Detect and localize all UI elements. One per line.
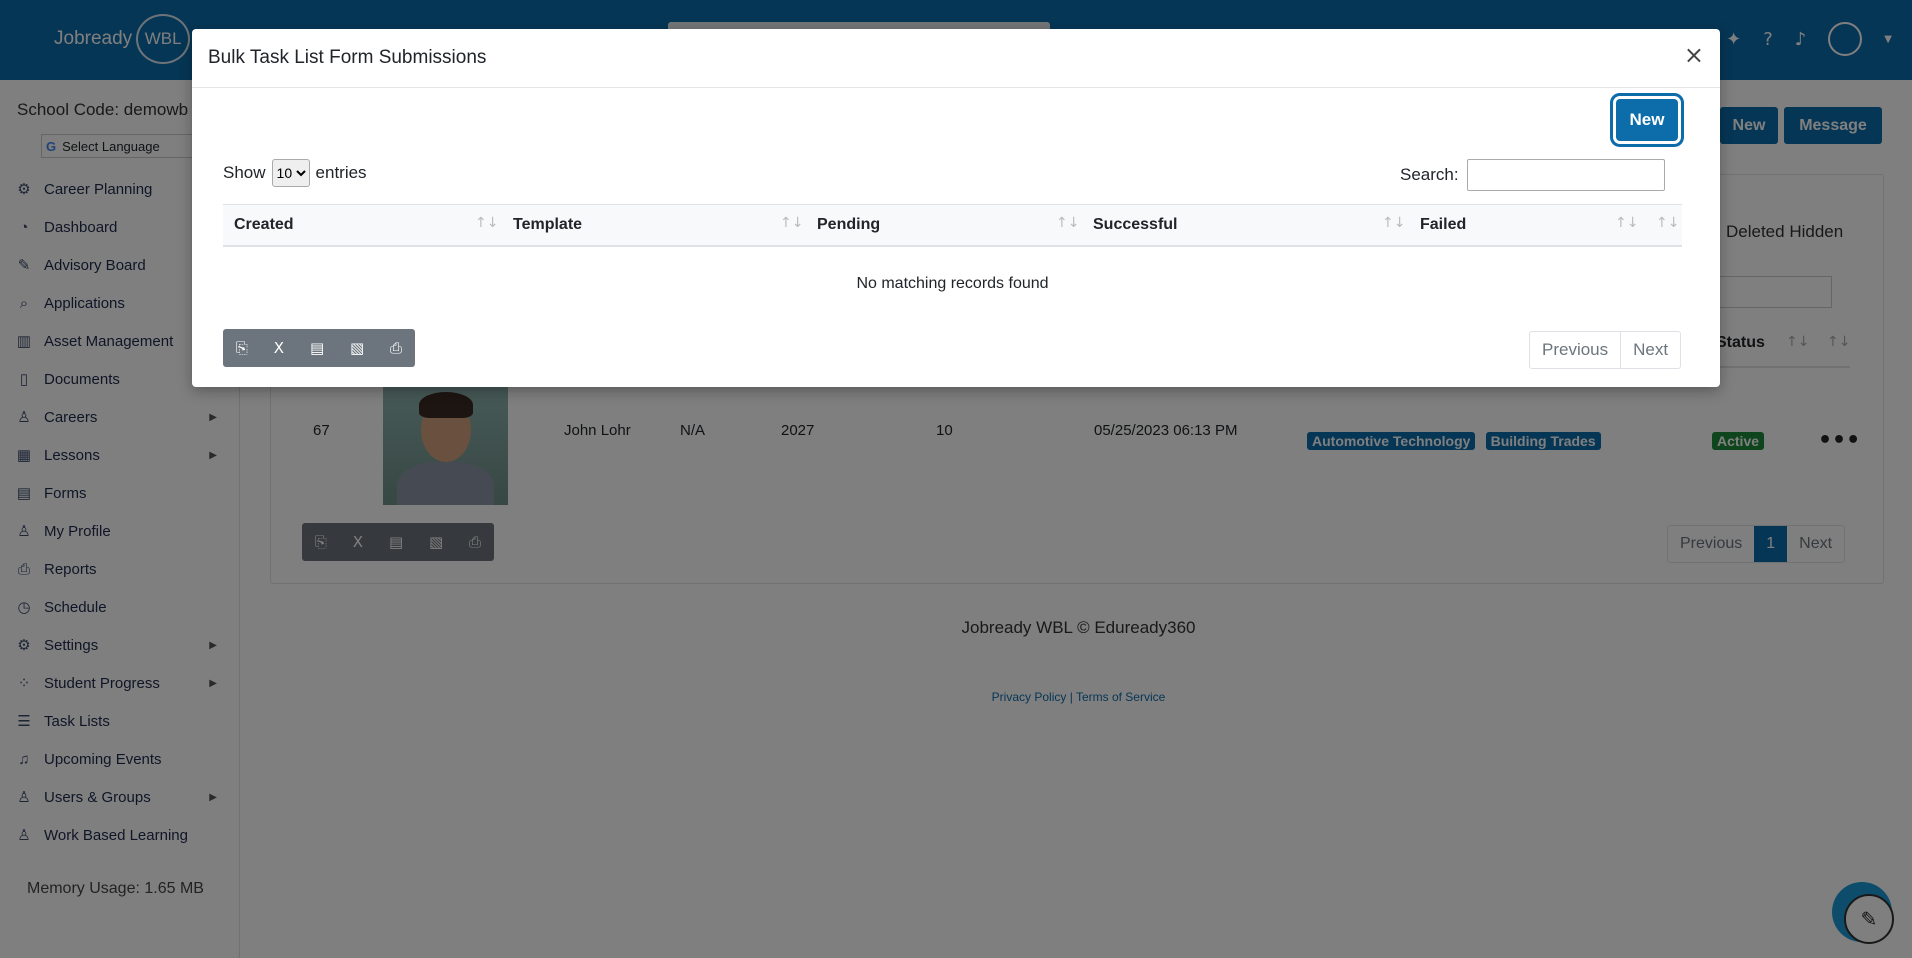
page-size-control: Show 10 entries [223,159,367,187]
sort-icon[interactable]: ↑↓ [1615,215,1638,231]
csv-icon[interactable]: ▤ [310,339,324,357]
column-created[interactable]: Created [234,205,294,245]
modal-table-header: Created ↑↓ Template ↑↓ Pending ↑↓ Succes… [223,204,1682,247]
modal-pager-previous[interactable]: Previous [1530,332,1620,368]
modal-search-input[interactable] [1466,159,1665,191]
column-template[interactable]: Template [513,205,582,245]
column-failed[interactable]: Failed [1420,205,1466,245]
pdf-icon[interactable]: ▧ [350,339,364,357]
show-label: Show [223,163,266,182]
bulk-task-list-modal: Bulk Task List Form Submissions × New Sh… [192,29,1720,387]
sort-icon[interactable]: ↑↓ [1656,215,1679,231]
modal-pagination: Previous Next [1529,331,1682,369]
sort-icon[interactable]: ↑↓ [475,215,498,231]
sort-icon[interactable]: ↑↓ [1382,215,1405,231]
modal-search: Search: [1400,159,1665,191]
modal-divider [192,87,1720,88]
modal-new-button[interactable]: New [1616,99,1678,141]
empty-table-message: No matching records found [856,275,1049,292]
search-label: Search: [1400,165,1459,184]
copy-icon[interactable]: ⎘ [236,339,248,357]
page-size-select[interactable]: 10 [271,159,310,187]
entries-label: entries [315,163,367,182]
modal-pager-next[interactable]: Next [1620,332,1680,368]
column-successful[interactable]: Successful [1093,205,1177,245]
print-icon[interactable]: ⎙ [390,339,402,357]
modal-title: Bulk Task List Form Submissions [208,47,487,68]
sort-icon[interactable]: ↑↓ [1056,215,1079,231]
close-icon[interactable]: × [1684,41,1704,69]
column-pending[interactable]: Pending [817,205,880,245]
excel-icon[interactable]: X [274,339,284,357]
sort-icon[interactable]: ↑↓ [780,215,803,231]
modal-export-toolbar: ⎘ X ▤ ▧ ⎙ [223,329,415,367]
